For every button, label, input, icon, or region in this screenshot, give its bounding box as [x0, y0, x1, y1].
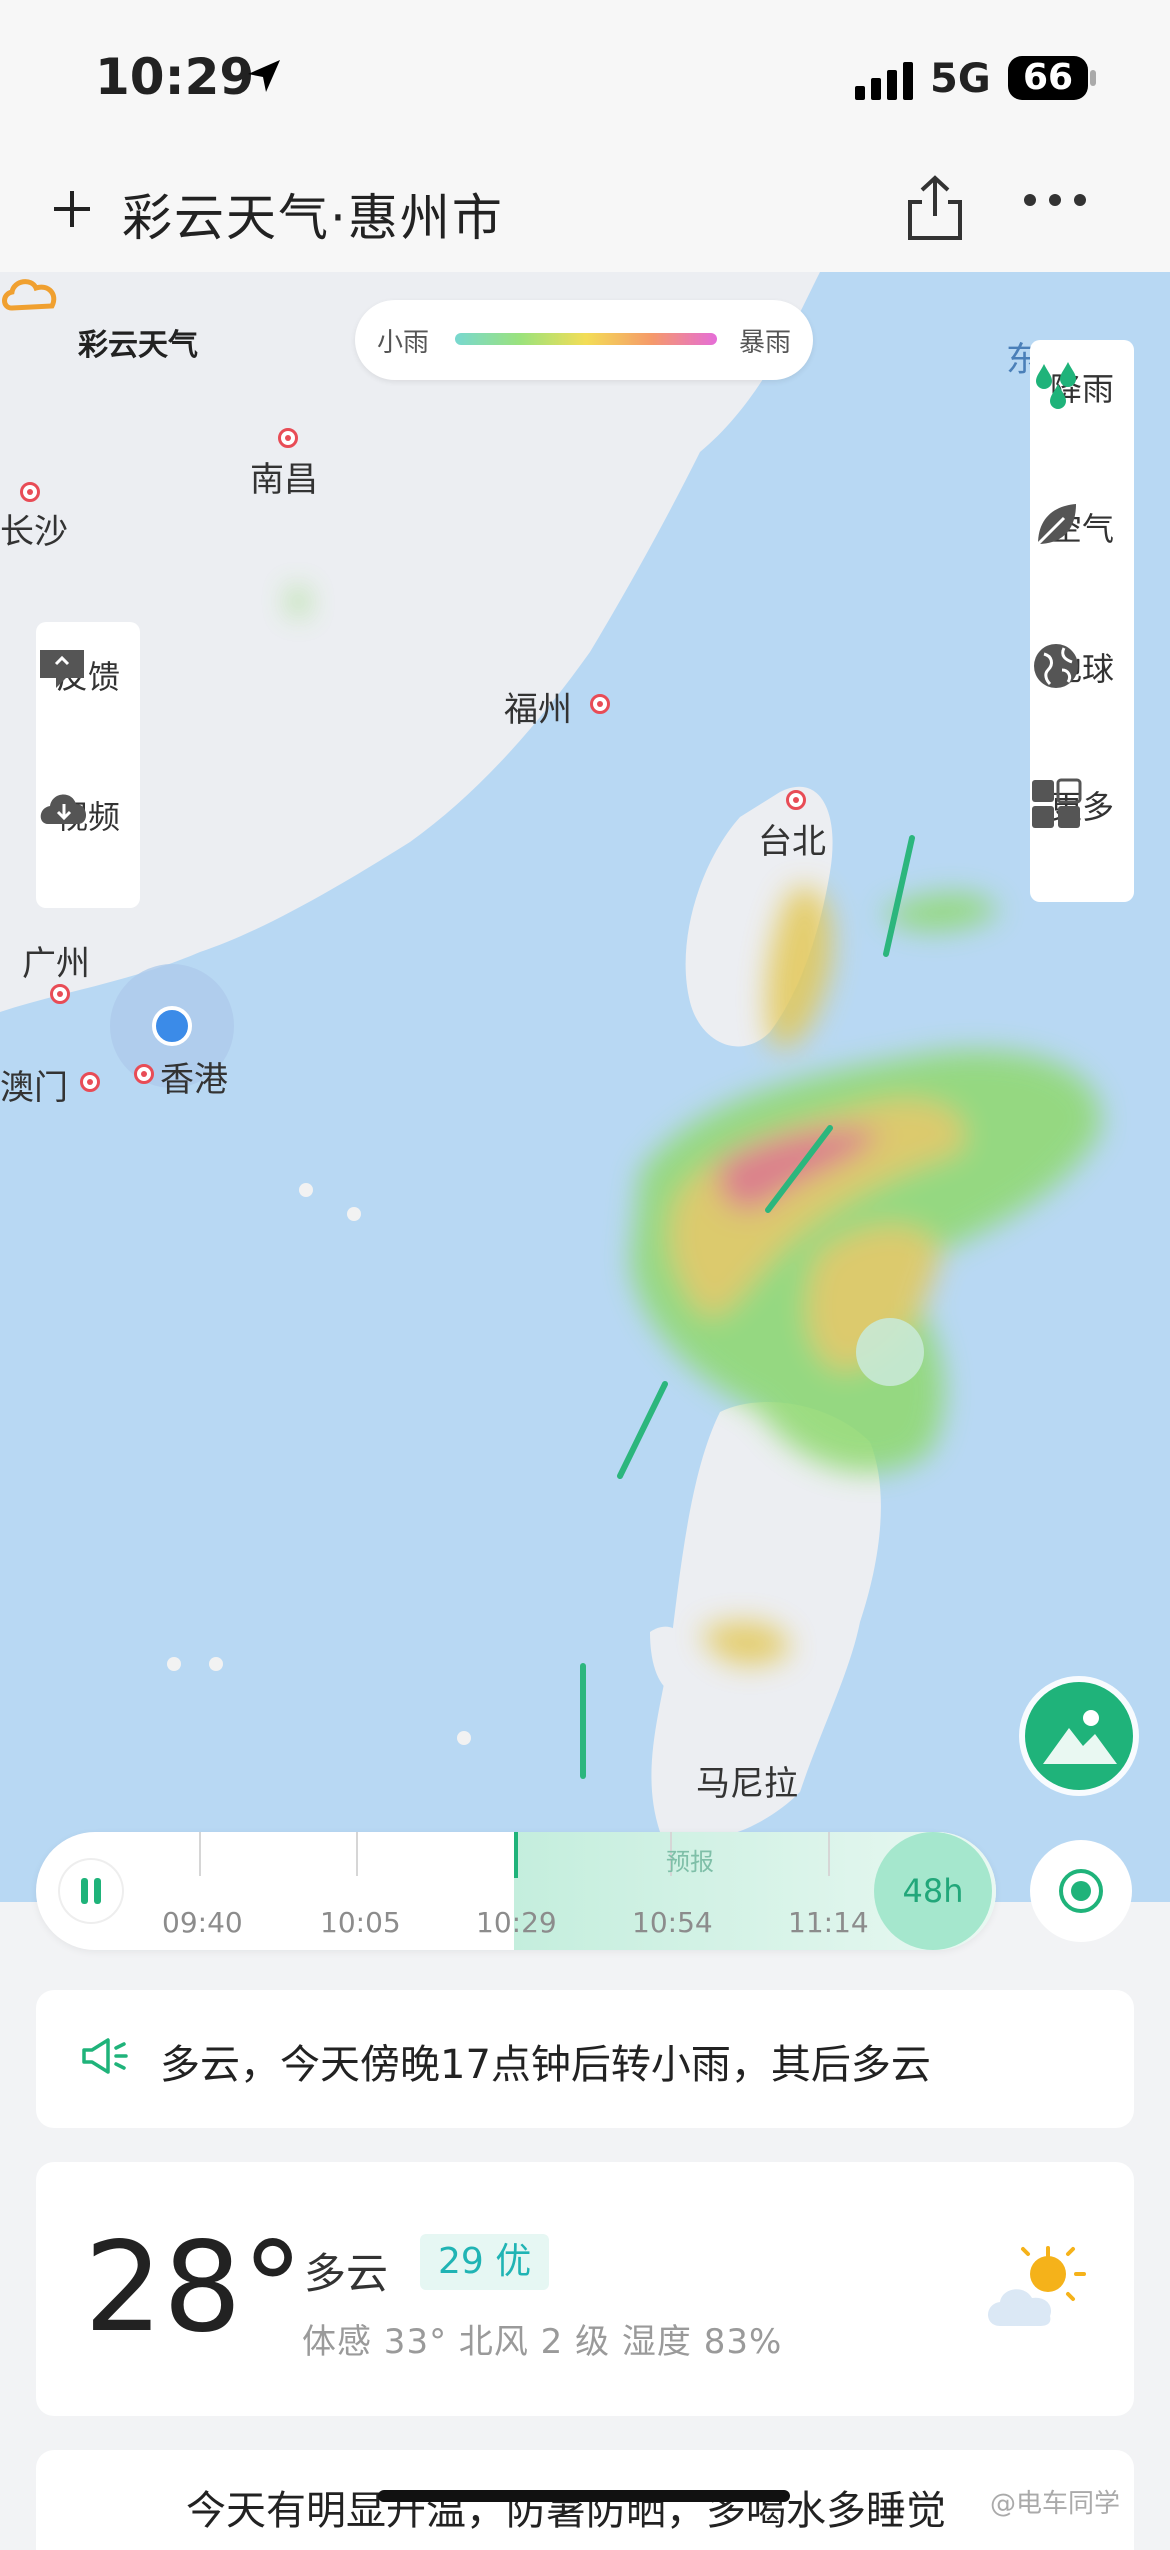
feedback-button[interactable]: 反馈: [36, 646, 140, 698]
range-48h-button[interactable]: 48h: [874, 1832, 992, 1950]
map-layer-panel: 降雨 空气 地球 更多: [1030, 340, 1134, 902]
city-label-taipei: 台北: [758, 822, 826, 862]
locate-button[interactable]: [1030, 1840, 1132, 1942]
scenery-button[interactable]: [1025, 1682, 1133, 1790]
layer-air-button[interactable]: 空气: [1030, 500, 1134, 550]
notice-text: 多云，今天傍晚17点钟后转小雨，其后多云: [160, 2042, 931, 2088]
grid-icon: [1032, 778, 1082, 828]
map-left-panel: 反馈 视频: [36, 622, 140, 908]
more-icon[interactable]: [1020, 185, 1090, 215]
battery-icon: 66: [1008, 56, 1088, 100]
city-marker: [786, 790, 806, 810]
city-label-manila: 马尼拉: [696, 1764, 798, 1804]
megaphone-icon: [82, 2038, 128, 2074]
timeline-time: 10:29: [476, 1906, 557, 1939]
timeline-tick: [828, 1832, 830, 1876]
status-time: 10:29: [95, 48, 255, 106]
cloud-download-icon: [40, 794, 87, 824]
city-label-guangzhou: 广州: [22, 944, 90, 984]
weather-details: 体感 33° 北风 2 级 湿度 83%: [302, 2322, 783, 2362]
current-weather-card[interactable]: 28° 多云 29 优 体感 33° 北风 2 级 湿度 83%: [36, 2162, 1134, 2416]
brand-name: 彩云天气: [78, 328, 198, 363]
legend-gradient: [455, 333, 717, 345]
brand-logo-icon: [2, 279, 57, 311]
city-marker: [590, 694, 610, 714]
precip-legend: 小雨 暴雨: [355, 300, 813, 380]
city-label-fuzhou: 福州: [504, 690, 572, 730]
city-marker: [80, 1072, 100, 1092]
daily-summary-text: 今天有明显升温，防暑防晒，多喝水多睡觉: [186, 2488, 946, 2534]
city-marker: [50, 984, 70, 1004]
battery-nub: [1090, 70, 1096, 86]
globe-icon: [1034, 644, 1078, 688]
feedback-icon: [40, 650, 84, 688]
forecast-label: 预报: [666, 1848, 714, 1876]
video-button[interactable]: 视频: [36, 786, 140, 838]
city-label-nanchang: 南昌: [250, 460, 318, 500]
target-dot: [1071, 1881, 1091, 1901]
timeline-time: 10:05: [320, 1906, 401, 1939]
timeline-tick: [199, 1832, 201, 1876]
forecast-notice-card[interactable]: 多云，今天傍晚17点钟后转小雨，其后多云: [36, 1990, 1134, 2128]
city-label-changsha: 长沙: [0, 512, 68, 552]
legend-min-label: 小雨: [377, 328, 430, 358]
location-arrow-icon: [248, 60, 280, 92]
add-city-button[interactable]: [50, 182, 94, 240]
leaf-icon: [1036, 504, 1076, 546]
network-type: 5G: [930, 56, 991, 102]
pause-button[interactable]: [60, 1860, 122, 1922]
layer-more-button[interactable]: 更多: [1030, 778, 1134, 828]
layer-rain-button[interactable]: 降雨: [1030, 360, 1134, 410]
city-label-macau: 澳门: [0, 1068, 68, 1108]
timeline-tick: [356, 1832, 358, 1876]
city-marker: [20, 482, 40, 502]
layer-globe-button[interactable]: 地球: [1030, 640, 1134, 690]
radar-timeline[interactable]: 预报 09:40 10:05 10:29 10:54 11:14 48h: [36, 1832, 996, 1950]
current-temperature: 28°: [84, 2216, 304, 2360]
page-title[interactable]: 彩云天气·惠州市: [122, 178, 504, 250]
city-label-hongkong: 香港: [160, 1060, 228, 1100]
partly-cloudy-icon: [988, 2246, 1086, 2326]
rain-drops-icon: [1036, 362, 1076, 409]
signal-icon: [855, 62, 913, 100]
timeline-current-marker[interactable]: [514, 1832, 518, 1878]
home-indicator[interactable]: [378, 2490, 790, 2502]
legend-max-label: 暴雨: [739, 328, 792, 358]
city-marker: [278, 428, 298, 448]
timeline-time: 09:40: [162, 1906, 243, 1939]
radar-map[interactable]: 彩云天气 小雨 暴雨 南昌 长沙 福州 台北 广州 香港 澳门 马尼拉 东 反馈…: [0, 272, 1170, 1902]
watermark-text: @电车同学: [990, 2489, 1121, 2519]
aqi-badge[interactable]: 29 优: [420, 2234, 550, 2290]
city-marker: [134, 1064, 154, 1084]
current-condition: 多云: [304, 2249, 389, 2298]
plus-icon: [54, 191, 90, 227]
timeline-time: 10:54: [632, 1906, 713, 1939]
timeline-time: 11:14: [788, 1906, 869, 1939]
mountain-icon: [1043, 1710, 1117, 1764]
share-icon[interactable]: [900, 172, 970, 244]
